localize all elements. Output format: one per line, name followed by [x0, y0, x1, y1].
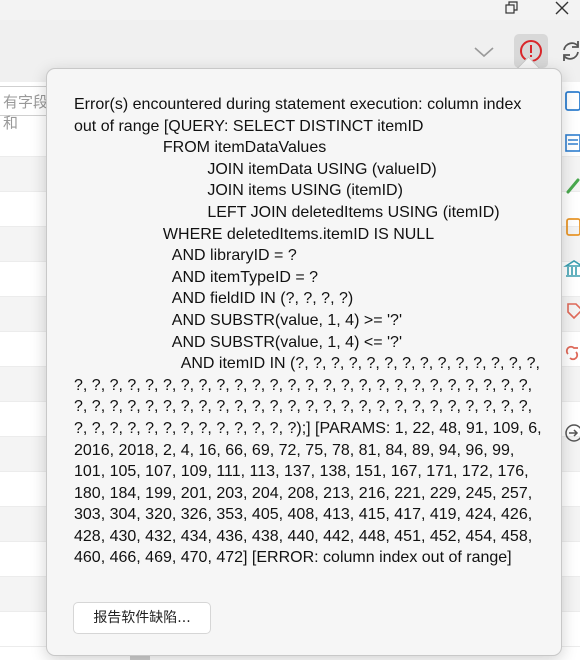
arrow-right-circle-icon[interactable]	[560, 422, 580, 444]
library-icon[interactable]	[560, 258, 580, 280]
sync-icon[interactable]	[560, 38, 580, 64]
notes-icon[interactable]	[560, 132, 580, 154]
related-icon[interactable]	[560, 342, 580, 364]
note-icon[interactable]	[560, 216, 580, 238]
document-icon[interactable]	[560, 90, 580, 112]
tag-icon[interactable]	[560, 300, 580, 322]
report-bug-button[interactable]: 报告软件缺陷...	[73, 602, 211, 634]
error-message: Error(s) encountered during statement ex…	[74, 96, 542, 567]
close-icon[interactable]	[544, 0, 580, 20]
attachment-icon[interactable]	[560, 174, 580, 196]
title-bar	[0, 0, 580, 20]
error-popup: Error(s) encountered during statement ex…	[46, 68, 562, 656]
window-restore-icon[interactable]	[494, 0, 530, 20]
chevron-down-icon[interactable]	[472, 42, 496, 62]
